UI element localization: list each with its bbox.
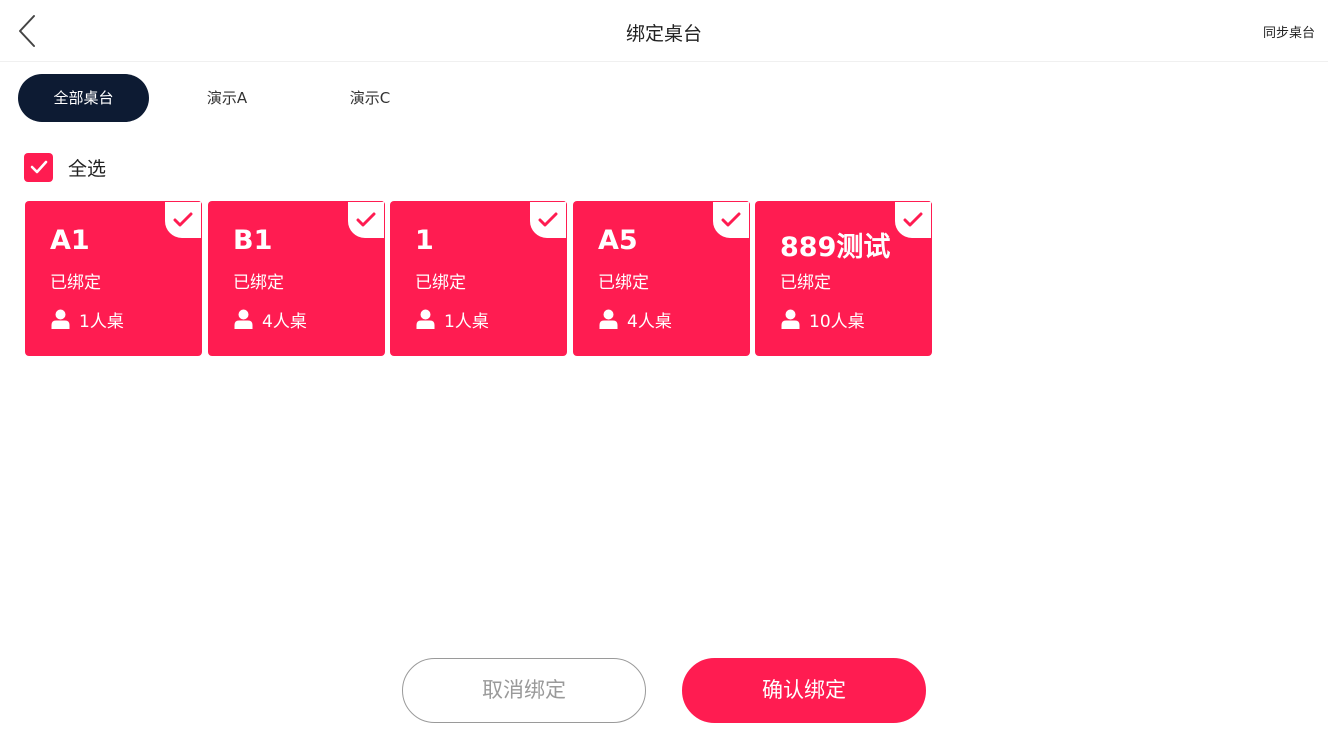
card-selected-badge xyxy=(712,201,750,239)
select-all-toggle[interactable]: 全选 xyxy=(24,152,107,182)
bind-tables-page: 绑定桌台 同步桌台 全部桌台 演示A 演示C 全选 A1 已绑定 1人桌 B1 … xyxy=(0,0,1328,747)
table-card[interactable]: A1 已绑定 1人桌 xyxy=(25,201,202,356)
table-status: 已绑定 xyxy=(233,273,284,293)
table-capacity-label: 10人桌 xyxy=(809,311,865,332)
card-selected-badge xyxy=(894,201,932,239)
person-icon xyxy=(781,309,800,329)
checkmark-icon xyxy=(721,212,741,227)
table-capacity: 4人桌 xyxy=(599,308,672,332)
person-icon xyxy=(51,309,70,329)
table-status: 已绑定 xyxy=(598,273,649,293)
card-selected-badge xyxy=(164,201,202,239)
tab-demo-a[interactable]: 演示A xyxy=(178,74,276,122)
table-card[interactable]: 889测试 已绑定 10人桌 xyxy=(755,201,932,356)
table-card[interactable]: A5 已绑定 4人桌 xyxy=(573,201,750,356)
person-icon xyxy=(599,309,618,329)
top-bar: 绑定桌台 同步桌台 xyxy=(0,0,1328,62)
cancel-binding-button[interactable]: 取消绑定 xyxy=(402,658,646,723)
sync-tables-button[interactable]: 同步桌台 xyxy=(1263,22,1315,41)
page-title: 绑定桌台 xyxy=(625,23,702,45)
tab-demo-c[interactable]: 演示C xyxy=(321,74,419,122)
table-status: 已绑定 xyxy=(50,273,101,293)
table-name: 1 xyxy=(415,225,434,256)
tab-all-tables[interactable]: 全部桌台 xyxy=(18,74,149,122)
table-name: 889测试 xyxy=(780,232,891,263)
checkmark-icon xyxy=(538,212,558,227)
checkmark-icon xyxy=(356,212,376,227)
table-name: A5 xyxy=(598,225,638,256)
card-selected-badge xyxy=(529,201,567,239)
checkmark-icon xyxy=(903,212,923,227)
person-icon xyxy=(416,309,435,329)
checkmark-icon xyxy=(173,212,193,227)
select-all-label: 全选 xyxy=(68,157,107,180)
person-icon xyxy=(234,309,253,329)
table-capacity-label: 4人桌 xyxy=(262,311,307,332)
card-selected-badge xyxy=(347,201,385,239)
table-capacity-label: 1人桌 xyxy=(79,311,124,332)
table-card[interactable]: 1 已绑定 1人桌 xyxy=(390,201,567,356)
table-card[interactable]: B1 已绑定 4人桌 xyxy=(208,201,385,356)
table-capacity: 1人桌 xyxy=(51,308,124,332)
select-all-checkbox[interactable] xyxy=(24,152,53,182)
confirm-binding-button[interactable]: 确认绑定 xyxy=(682,658,926,723)
table-name: B1 xyxy=(233,225,273,256)
table-status: 已绑定 xyxy=(415,273,466,293)
table-capacity: 10人桌 xyxy=(781,308,865,332)
table-name: A1 xyxy=(50,225,90,256)
checkmark-icon xyxy=(30,160,47,174)
table-capacity-label: 4人桌 xyxy=(627,311,672,332)
table-status: 已绑定 xyxy=(780,273,831,293)
table-capacity: 1人桌 xyxy=(416,308,489,332)
table-capacity-label: 1人桌 xyxy=(444,311,489,332)
table-capacity: 4人桌 xyxy=(234,308,307,332)
